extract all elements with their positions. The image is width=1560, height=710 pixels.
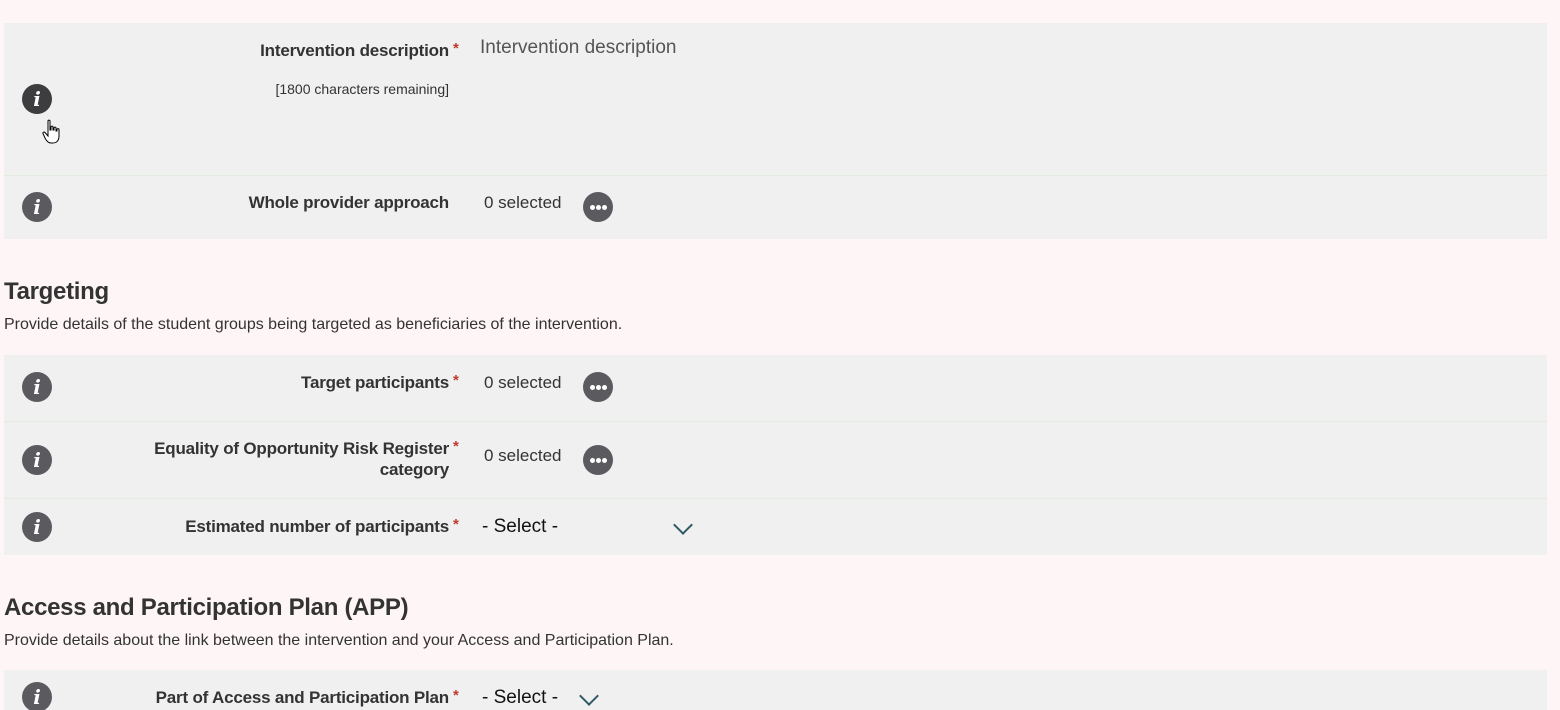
part-of-app-select[interactable]: - Select - [482, 686, 612, 710]
risk-register-value: 0 selected [484, 446, 562, 465]
target-participants-row: i Target participants * 0 selected [4, 355, 1547, 420]
info-icon[interactable]: i [22, 512, 52, 542]
chevron-down-icon [673, 515, 693, 535]
targeting-panel: i Target participants * 0 selected i Equ… [4, 355, 1547, 555]
risk-register-more-button[interactable] [583, 445, 613, 475]
hand-pointer-icon [42, 119, 60, 144]
form-page: i Intervention description * [1800 chara… [0, 0, 1560, 710]
required-marker: * [453, 372, 459, 389]
risk-register-label-line1: Equality of Opportunity Risk Register [154, 439, 449, 458]
ellipsis-dot [602, 205, 607, 210]
ellipsis-dot [596, 385, 601, 390]
whole-provider-approach-value: 0 selected [484, 193, 562, 212]
estimated-participants-selected: - Select - [482, 516, 559, 537]
ellipsis-icon [590, 385, 595, 390]
intervention-description-label: Intervention description [260, 41, 449, 60]
info-icon[interactable]: i [22, 192, 52, 222]
whole-provider-approach-label: Whole provider approach [248, 193, 450, 212]
ellipsis-icon [590, 458, 595, 463]
risk-register-label: Equality of Opportunity Risk Register ca… [154, 438, 449, 480]
whole-provider-approach-row: i Whole provider approach 0 selected [4, 175, 1547, 240]
part-of-app-row: i Part of Access and Participation Plan … [4, 670, 1547, 710]
ellipsis-icon [590, 205, 595, 210]
ellipsis-dot [596, 205, 601, 210]
app-description: Provide details about the link between t… [4, 632, 674, 649]
estimated-participants-select[interactable]: - Select - [482, 515, 702, 544]
required-marker: * [453, 687, 459, 704]
target-participants-label: Target participants [301, 373, 449, 392]
estimated-participants-row: i Estimated number of participants * - S… [4, 498, 1547, 556]
required-marker: * [453, 516, 459, 533]
risk-register-row: i Equality of Opportunity Risk Register … [4, 421, 1547, 498]
info-icon[interactable]: i [22, 372, 52, 402]
app-panel: i Part of Access and Participation Plan … [4, 670, 1547, 710]
intervention-panel: i Intervention description * [1800 chara… [4, 23, 1547, 239]
info-icon[interactable]: i [22, 445, 52, 475]
targeting-description: Provide details of the student groups be… [4, 316, 623, 333]
info-icon[interactable]: i [22, 84, 52, 114]
ellipsis-dot [596, 458, 601, 463]
characters-remaining: [1800 characters remaining] [275, 81, 449, 97]
target-participants-value: 0 selected [484, 373, 562, 392]
estimated-participants-label: Estimated number of participants [185, 517, 449, 536]
ellipsis-dot [602, 458, 607, 463]
ellipsis-dot [602, 385, 607, 390]
required-marker: * [453, 438, 459, 455]
part-of-app-label: Part of Access and Participation Plan [155, 688, 450, 707]
target-participants-more-button[interactable] [583, 372, 613, 402]
targeting-title: Targeting [4, 278, 109, 305]
required-marker: * [453, 40, 459, 57]
risk-register-label-line2: category [379, 460, 449, 479]
intervention-description-row: i Intervention description * [1800 chara… [4, 23, 1547, 174]
part-of-app-selected: - Select - [482, 687, 559, 708]
chevron-down-icon [579, 686, 599, 706]
app-title: Access and Participation Plan (APP) [4, 594, 409, 621]
whole-provider-approach-more-button[interactable] [583, 192, 613, 222]
intervention-description-textarea[interactable]: Intervention description [480, 37, 1540, 157]
info-icon[interactable]: i [22, 682, 52, 710]
